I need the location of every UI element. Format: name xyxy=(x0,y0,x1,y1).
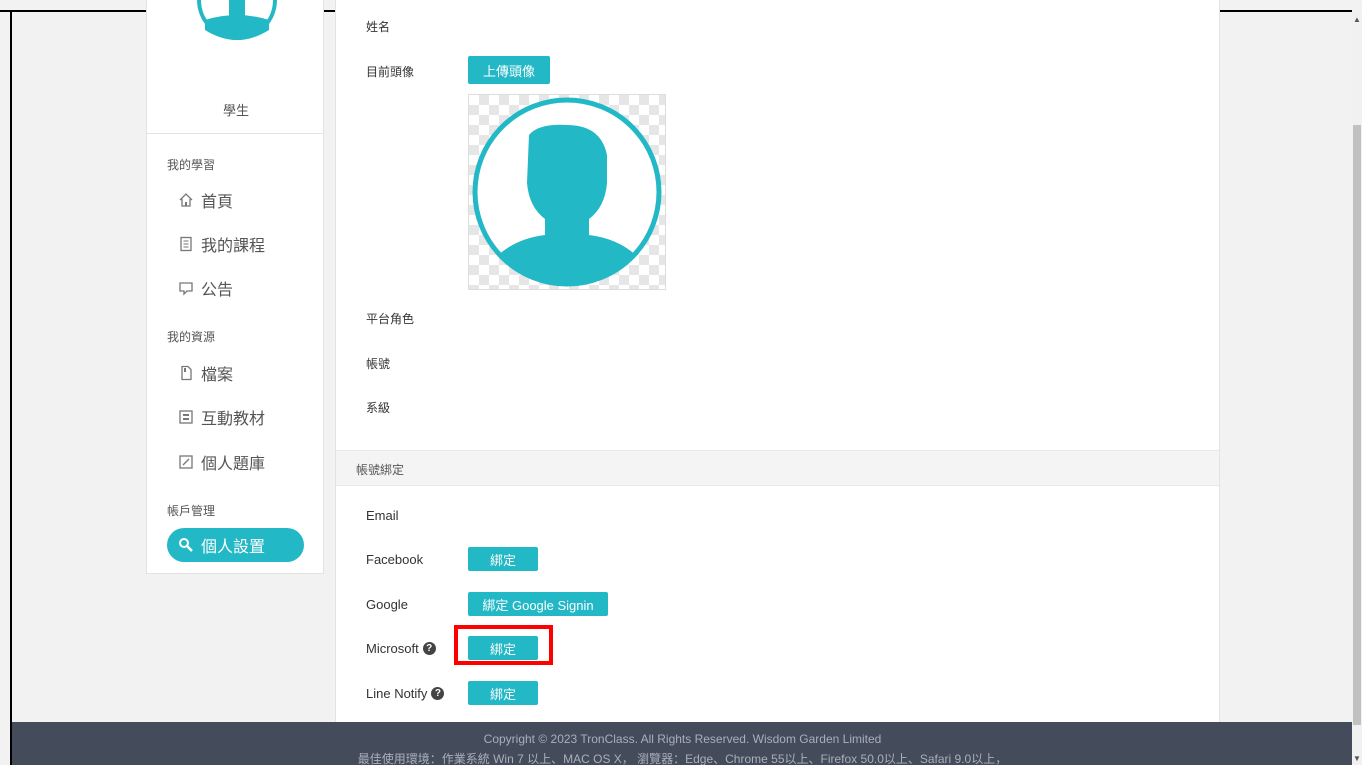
sidebar-divider xyxy=(147,133,323,134)
page-scrollbar[interactable]: ▲ ▼ xyxy=(1352,10,1362,765)
sidebar-item-label: 首頁 xyxy=(201,194,234,211)
file-icon xyxy=(177,364,195,382)
sidebar-item-label: 互動教材 xyxy=(201,411,266,428)
facebook-bind-button[interactable]: 綁定 xyxy=(468,547,538,571)
department-label: 系級 xyxy=(366,401,391,415)
scroll-up-icon[interactable]: ▲ xyxy=(1353,16,1361,24)
interactive-material-icon xyxy=(177,408,195,426)
role-label: 平台角色 xyxy=(366,312,415,326)
home-icon xyxy=(177,191,195,209)
google-bind-button[interactable]: 綁定 Google Signin xyxy=(468,592,608,616)
frame-border-left xyxy=(10,10,12,765)
section-title-learning: 我的學習 xyxy=(167,158,216,172)
sidebar: 學生 我的學習 首頁 我的課程 公告 我的資源 檔案 互動教材 個人題庫 帳戶管… xyxy=(146,0,324,574)
sidebar-item-label: 我的課程 xyxy=(201,238,266,255)
account-binding-title: 帳號綁定 xyxy=(356,463,405,477)
google-label: Google xyxy=(366,597,408,612)
sidebar-item-files[interactable]: 檔案 xyxy=(177,358,233,388)
upload-avatar-button[interactable]: 上傳頭像 xyxy=(468,56,550,84)
email-label: Email xyxy=(366,508,399,523)
account-binding-header: 帳號綁定 xyxy=(336,450,1219,486)
line-notify-label: Line Notify xyxy=(366,686,428,701)
microsoft-label: Microsoft xyxy=(366,641,419,656)
sidebar-item-label: 公告 xyxy=(201,282,234,299)
avatar-silhouette-icon xyxy=(472,97,662,287)
sidebar-item-label: 個人題庫 xyxy=(201,456,266,473)
name-label: 姓名 xyxy=(366,20,391,34)
help-icon[interactable]: ? xyxy=(422,642,436,655)
sidebar-item-question-bank[interactable]: 個人題庫 xyxy=(177,447,265,477)
sidebar-item-my-courses[interactable]: 我的課程 xyxy=(177,229,265,259)
footer: Copyright © 2023 TronClass. All Rights R… xyxy=(12,722,1353,765)
avatar-preview xyxy=(468,94,666,290)
user-role: 學生 xyxy=(222,103,249,118)
sidebar-item-interactive-materials[interactable]: 互動教材 xyxy=(177,402,265,432)
section-title-account: 帳戶管理 xyxy=(167,504,216,518)
sidebar-item-personal-settings[interactable]: 個人設置 xyxy=(167,528,304,562)
scroll-down-icon[interactable]: ▼ xyxy=(1353,755,1361,763)
highlight-box xyxy=(454,625,553,665)
question-bank-icon xyxy=(177,453,195,471)
course-icon xyxy=(177,235,195,253)
sidebar-item-label: 檔案 xyxy=(201,367,234,384)
profile-panel: 姓名 目前頭像 上傳頭像 平台角色 帳號 系級 帳號綁定 Email Faceb… xyxy=(335,0,1220,722)
avatar-label: 目前頭像 xyxy=(366,65,415,79)
user-avatar xyxy=(197,0,277,40)
line-notify-row-label: Line Notify ? xyxy=(366,686,445,701)
sidebar-item-announcements[interactable]: 公告 xyxy=(177,273,233,303)
account-label: 帳號 xyxy=(366,357,391,371)
announcement-icon xyxy=(177,279,195,297)
sidebar-item-label: 個人設置 xyxy=(201,539,266,556)
sidebar-item-home[interactable]: 首頁 xyxy=(177,185,233,215)
wrench-icon xyxy=(177,536,195,554)
section-title-resources: 我的資源 xyxy=(167,330,216,344)
line-notify-bind-button[interactable]: 綁定 xyxy=(468,681,538,705)
footer-environment: 最佳使用環境：作業系統 Win 7 以上、MAC OS X， 瀏覽器：Edge、… xyxy=(357,752,1008,765)
facebook-label: Facebook xyxy=(366,552,424,567)
help-icon[interactable]: ? xyxy=(431,687,445,700)
footer-copyright: Copyright © 2023 TronClass. All Rights R… xyxy=(483,732,882,746)
scrollbar-thumb[interactable] xyxy=(1353,125,1361,725)
microsoft-row-label: Microsoft ? xyxy=(366,641,436,656)
